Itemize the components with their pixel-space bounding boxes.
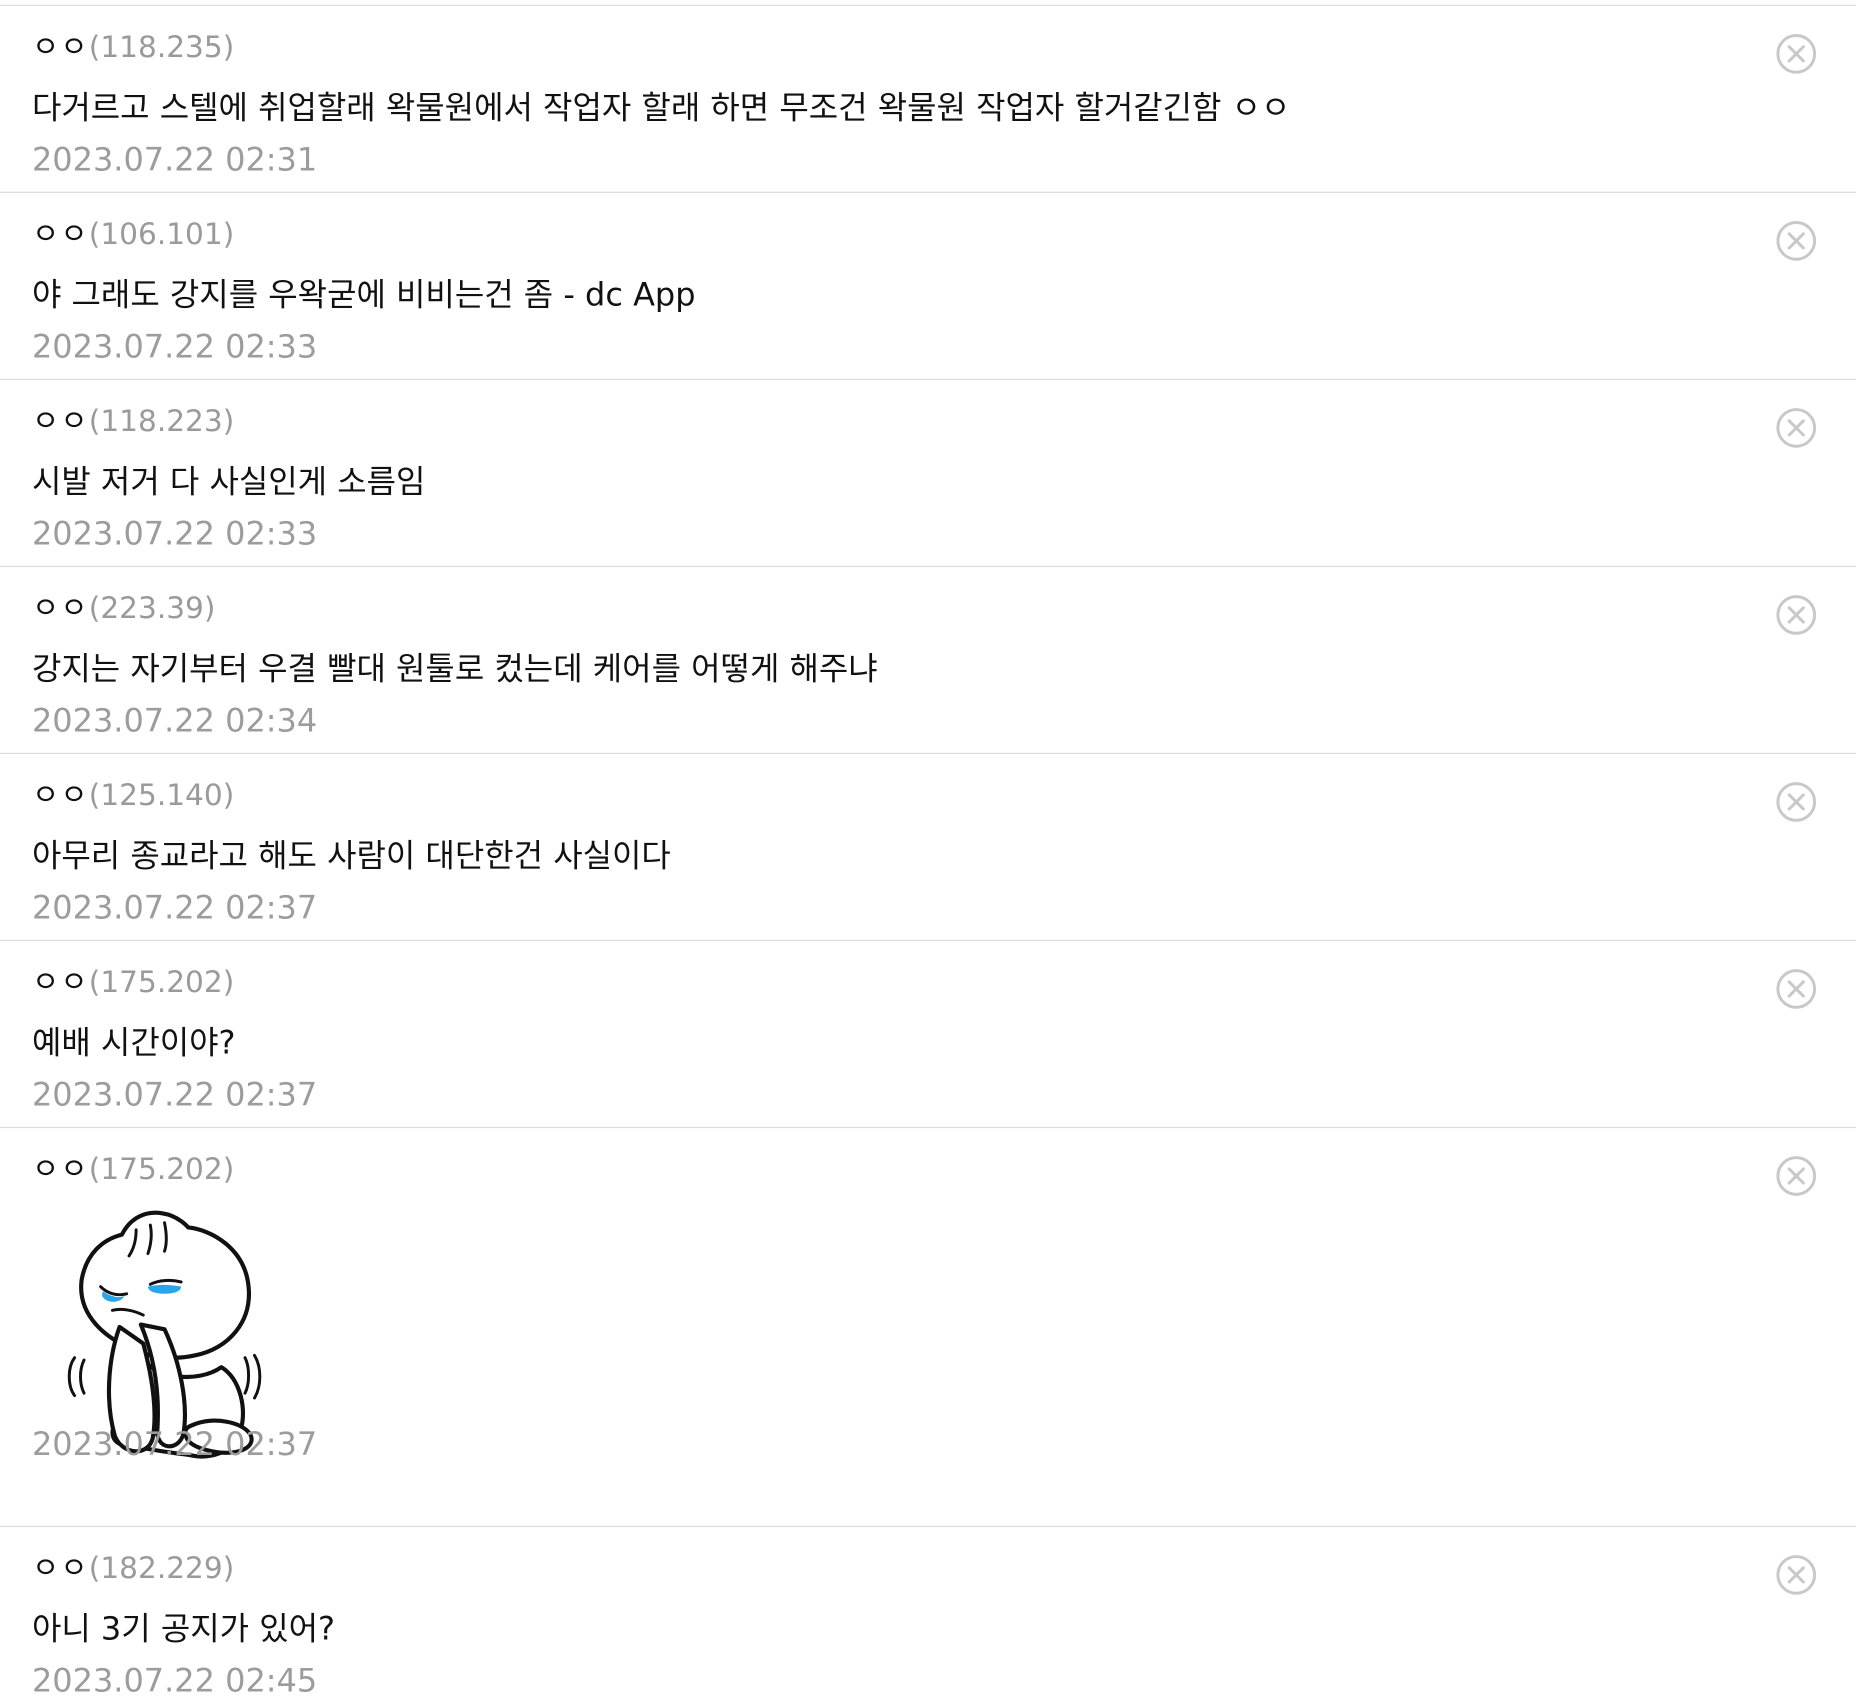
close-circle-icon bbox=[1776, 1156, 1817, 1196]
nickname: ㅇㅇ bbox=[31, 964, 89, 1000]
ip-address: (223.39) bbox=[88, 590, 216, 625]
ip-address: (106.101) bbox=[88, 216, 235, 251]
nickname: ㅇㅇ bbox=[31, 1151, 89, 1187]
comment-meta: ㅇㅇ(118.235) bbox=[32, 30, 234, 66]
comment-item: ㅇㅇ(118.223) 시발 저거 다 사실인게 소름임 2023.07.22 … bbox=[0, 380, 1856, 567]
ip-address: (175.202) bbox=[88, 1151, 235, 1187]
comment-text: 아니 3기 공지가 있어? bbox=[31, 1611, 335, 1648]
comment-item: ㅇㅇ(182.229) 아니 3기 공지가 있어? 2023.07.22 02:… bbox=[0, 1527, 1856, 1705]
delete-comment-button[interactable] bbox=[1774, 406, 1818, 450]
ip-address: (125.140) bbox=[88, 777, 235, 813]
comment-text: 강지는 자기부터 우결 빨대 원툴로 컸는데 케어를 어떻게 해주냐 bbox=[31, 651, 878, 688]
delete-comment-button[interactable] bbox=[1774, 1154, 1818, 1198]
delete-comment-button[interactable] bbox=[1774, 1553, 1818, 1597]
comment-text: 시발 저거 다 사실인게 소름임 bbox=[31, 464, 426, 501]
ip-address: (118.223) bbox=[88, 403, 235, 438]
close-circle-icon bbox=[1776, 782, 1817, 822]
comment-meta: ㅇㅇ(118.223) bbox=[32, 404, 234, 440]
comment-date: 2023.07.22 02:45 bbox=[31, 1663, 318, 1700]
comment-text: 아무리 종교라고 해도 사람이 대단한건 사실이다 bbox=[31, 838, 671, 875]
comment-text: 야 그래도 강지를 우왁굳에 비비는건 좀 - dc App bbox=[31, 276, 696, 314]
comment-meta: ㅇㅇ(182.229) bbox=[32, 1551, 234, 1587]
comment-meta: ㅇㅇ(175.202) bbox=[32, 965, 234, 1001]
delete-comment-button[interactable] bbox=[1774, 219, 1818, 263]
comment-date: 2023.07.22 02:31 bbox=[31, 142, 318, 179]
delete-comment-button[interactable] bbox=[1774, 967, 1818, 1011]
comment-date: 2023.07.22 02:33 bbox=[31, 516, 318, 553]
comment-date: 2023.07.22 02:37 bbox=[31, 1077, 318, 1114]
delete-comment-button[interactable] bbox=[1774, 780, 1818, 824]
comment-item: ㅇㅇ(106.101) 야 그래도 강지를 우왁굳에 비비는건 좀 - dc A… bbox=[0, 193, 1856, 380]
ip-address: (182.229) bbox=[88, 1550, 235, 1585]
comment-item: ㅇㅇ(175.202) 예배 시간이야? 2023.07.22 02:37 bbox=[0, 941, 1856, 1129]
close-circle-icon bbox=[1776, 969, 1817, 1009]
comment-date: 2023.07.22 02:33 bbox=[31, 329, 318, 366]
nickname: ㅇㅇ bbox=[31, 590, 89, 625]
comment-item: ㅇㅇ(223.39) 강지는 자기부터 우결 빨대 원툴로 컸는데 케어를 어떻… bbox=[0, 567, 1856, 755]
comment-item: ㅇㅇ(175.202) 2023.07.22 02:37 bbox=[0, 1128, 1856, 1527]
close-circle-icon bbox=[1776, 408, 1817, 448]
nickname: ㅇㅇ bbox=[31, 777, 89, 813]
delete-comment-button[interactable] bbox=[1774, 593, 1818, 637]
comment-meta: ㅇㅇ(125.140) bbox=[32, 778, 234, 814]
comment-text: 예배 시간이야? bbox=[31, 1025, 236, 1062]
close-circle-icon bbox=[1776, 34, 1817, 74]
ip-address: (118.235) bbox=[88, 29, 235, 64]
comment-item: ㅇㅇ(125.140) 아무리 종교라고 해도 사람이 대단한건 사실이다 20… bbox=[0, 754, 1856, 942]
close-circle-icon bbox=[1776, 1555, 1817, 1595]
comment-list-page: ㅇㅇ(118.235) 다거르고 스텔에 취업할래 왁물원에서 작업자 할래 하… bbox=[0, 0, 1856, 1706]
comment-date: 2023.07.22 02:37 bbox=[31, 890, 318, 927]
comment-date: 2023.07.22 02:34 bbox=[31, 703, 318, 740]
close-circle-icon bbox=[1776, 221, 1817, 261]
comment-meta: ㅇㅇ(106.101) bbox=[32, 217, 234, 253]
comment-meta: ㅇㅇ(175.202) bbox=[32, 1152, 234, 1188]
nickname: ㅇㅇ bbox=[31, 216, 89, 251]
nickname: ㅇㅇ bbox=[31, 29, 89, 64]
nickname: ㅇㅇ bbox=[31, 403, 89, 438]
ip-address: (175.202) bbox=[88, 964, 235, 1000]
comment-text: 다거르고 스텔에 취업할래 왁물원에서 작업자 할래 하면 무조건 왁물원 작업… bbox=[31, 89, 1291, 127]
delete-comment-button[interactable] bbox=[1774, 32, 1818, 76]
comment-item: ㅇㅇ(118.235) 다거르고 스텔에 취업할래 왁물원에서 작업자 할래 하… bbox=[0, 6, 1856, 193]
comment-date: 2023.07.22 02:37 bbox=[31, 1426, 318, 1464]
close-circle-icon bbox=[1776, 595, 1817, 635]
comment-meta: ㅇㅇ(223.39) bbox=[32, 591, 215, 627]
nickname: ㅇㅇ bbox=[31, 1550, 89, 1585]
